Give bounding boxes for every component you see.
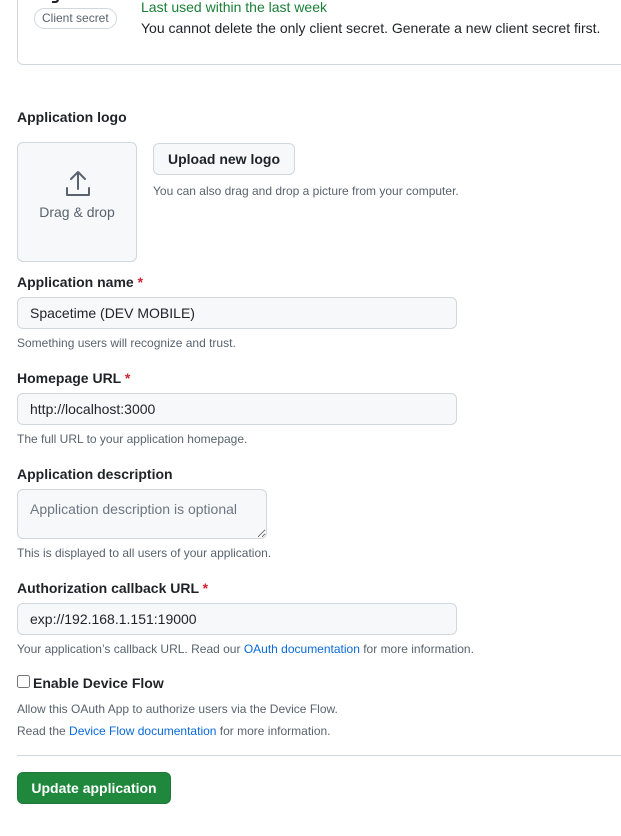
logo-drop-zone[interactable]: Drag & drop [17, 142, 137, 262]
client-secret-badge: Client secret [34, 8, 117, 29]
oauth-documentation-link[interactable]: OAuth documentation [244, 642, 360, 656]
key-icon [52, 0, 59, 3]
application-name-note: Something users will recognize and trust… [17, 336, 236, 350]
drag-drop-text: Drag & drop [39, 204, 115, 220]
application-name-label: Application name * [17, 273, 143, 291]
application-description-label: Application description [17, 466, 173, 482]
callback-note-prefix: Your application’s callback URL. Read ou… [17, 642, 244, 656]
device-flow-docs-note: Read the Device Flow documentation for m… [17, 724, 331, 738]
upload-note: You can also drag and drop a picture fro… [153, 184, 459, 198]
application-description-textarea[interactable] [17, 489, 267, 539]
required-mark: * [202, 580, 209, 596]
homepage-url-label: Homepage URL * [17, 369, 130, 387]
application-name-input[interactable] [17, 297, 457, 329]
homepage-url-note: The full URL to your application homepag… [17, 432, 248, 446]
enable-device-flow-label[interactable]: Enable Device Flow [33, 675, 164, 691]
callback-url-note: Your application’s callback URL. Read ou… [17, 642, 474, 656]
required-mark: * [124, 370, 131, 386]
device-flow-note-suffix: for more information. [216, 724, 331, 738]
required-mark: * [137, 274, 144, 290]
upload-new-logo-button[interactable]: Upload new logo [153, 143, 295, 175]
cannot-delete-warning: You cannot delete the only client secret… [141, 20, 601, 36]
homepage-url-label-text: Homepage URL [17, 370, 121, 386]
device-flow-documentation-link[interactable]: Device Flow documentation [69, 724, 216, 738]
enable-device-flow-checkbox[interactable] [17, 675, 30, 688]
callback-url-input[interactable] [17, 603, 457, 635]
update-application-button[interactable]: Update application [17, 772, 171, 804]
homepage-url-input[interactable] [17, 393, 457, 425]
application-name-label-text: Application name [17, 274, 134, 290]
device-flow-note-prefix: Read the [17, 724, 70, 738]
upload-icon [66, 171, 90, 196]
device-flow-note: Allow this OAuth App to authorize users … [17, 702, 338, 716]
callback-note-suffix: for more information. [359, 642, 474, 656]
callback-url-label: Authorization callback URL * [17, 579, 208, 597]
divider [17, 755, 621, 756]
application-description-note: This is displayed to all users of your a… [17, 546, 272, 560]
last-used-text: Last used within the last week [141, 0, 327, 15]
application-logo-label: Application logo [17, 109, 127, 125]
callback-url-label-text: Authorization callback URL [17, 580, 199, 596]
